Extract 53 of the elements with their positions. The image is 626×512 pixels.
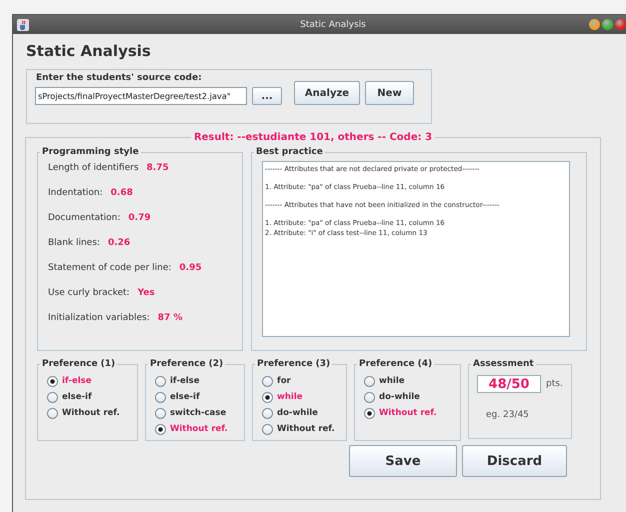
- metric-label: Use curly bracket:: [48, 288, 130, 299]
- group-title: Preference (2): [149, 359, 224, 369]
- metric-value: 0.68: [110, 188, 133, 199]
- group-title: Best practice: [255, 147, 324, 157]
- score-field[interactable]: 48/50: [477, 375, 541, 393]
- metric-label: Documentation:: [48, 213, 120, 224]
- radio-option[interactable]: else-if: [155, 391, 236, 403]
- radio-option[interactable]: Without ref.: [155, 423, 236, 435]
- radio-option[interactable]: do-while: [262, 407, 338, 419]
- metric-label: Length of identifiers: [48, 163, 139, 174]
- group-title: Programming style: [41, 147, 140, 157]
- java-cup-icon: [17, 18, 29, 30]
- discard-button[interactable]: Discard: [462, 445, 567, 477]
- metric-value: Yes: [138, 288, 155, 299]
- source-label: Enter the students' source code:: [36, 73, 203, 83]
- radio-option[interactable]: else-if: [47, 391, 129, 403]
- maximize-button[interactable]: [602, 19, 613, 30]
- report-text-area[interactable]: [262, 161, 570, 337]
- metric-value: 87 %: [158, 313, 182, 324]
- radio-option[interactable]: while: [364, 375, 452, 387]
- radio-option[interactable]: Without ref.: [47, 407, 129, 419]
- browse-button[interactable]: ...: [252, 87, 282, 105]
- close-button[interactable]: [615, 19, 626, 30]
- unit-label: pts.: [546, 379, 563, 389]
- radio-option[interactable]: do-while: [364, 391, 452, 403]
- metric-value: 0.95: [179, 263, 202, 274]
- radio-option[interactable]: if-else: [47, 375, 129, 387]
- metric-label: Blank lines:: [48, 238, 100, 249]
- result-title: Result: --estudiante 101, others -- Code: 3: [192, 132, 434, 143]
- metric-label: Indentation:: [48, 188, 103, 199]
- page-heading: Static Analysis: [26, 42, 152, 60]
- group-title: Assessment: [472, 359, 535, 369]
- example-hint: eg. 23/45: [486, 410, 529, 420]
- metric-value: 8.75: [146, 163, 169, 174]
- group-title: Preference (1): [41, 359, 116, 369]
- metric-value: 0.26: [108, 238, 130, 249]
- metric-label: Statement of code per line:: [48, 263, 172, 274]
- new-button[interactable]: New: [365, 81, 414, 105]
- analyze-button[interactable]: Analyze: [294, 81, 360, 105]
- path-field[interactable]: sProjects/finalProyectMasterDegree/test2.java": [35, 87, 247, 105]
- group-title: Preference (4): [358, 359, 434, 369]
- save-button[interactable]: Save: [349, 445, 457, 477]
- window-title: Static Analysis: [299, 20, 367, 30]
- radio-option[interactable]: while: [262, 391, 338, 403]
- metric-label: Initialization variables:: [48, 313, 150, 324]
- minimize-button[interactable]: [589, 19, 600, 30]
- radio-option[interactable]: Without ref.: [364, 407, 452, 419]
- metric-value: 0.79: [128, 213, 151, 224]
- group-title: Preference (3): [256, 359, 332, 369]
- radio-option[interactable]: for: [262, 375, 338, 387]
- radio-option[interactable]: Without ref.: [262, 423, 338, 435]
- radio-option[interactable]: if-else: [155, 375, 236, 387]
- radio-option[interactable]: switch-case: [155, 407, 236, 419]
